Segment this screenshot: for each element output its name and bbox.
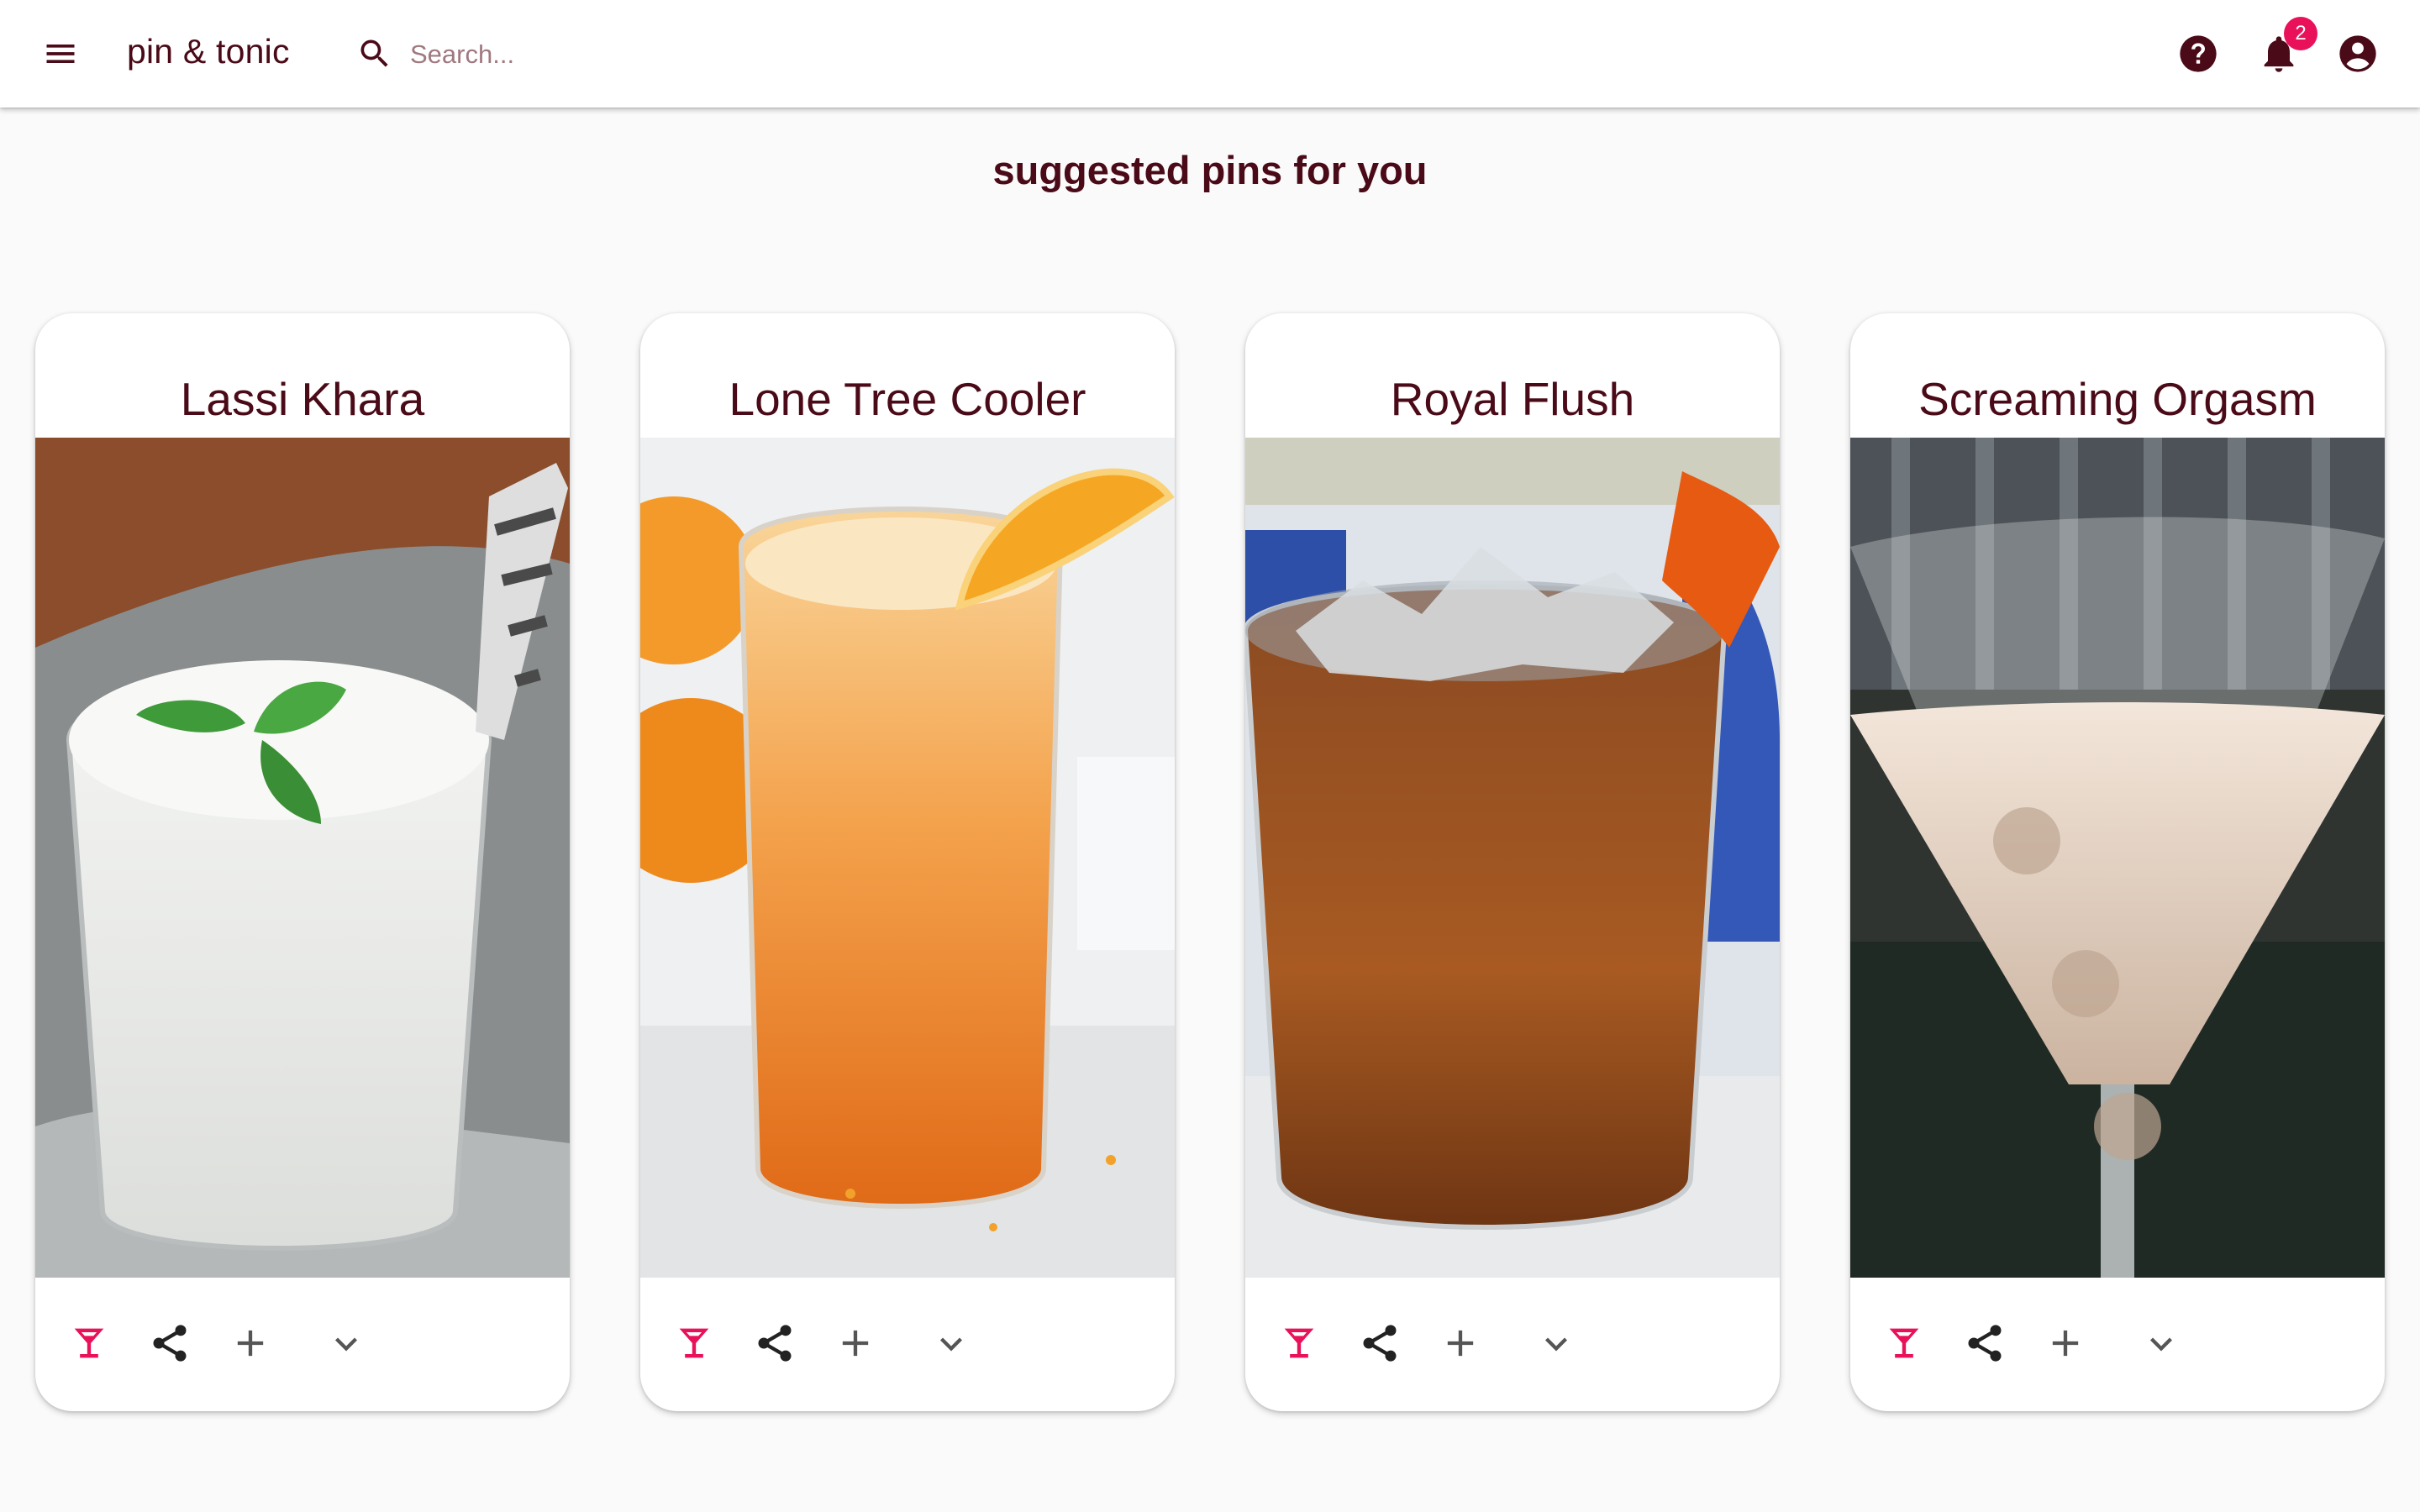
add-icon bbox=[2052, 1330, 2079, 1357]
pin-card[interactable]: Screaming Orgasm bbox=[1850, 313, 2385, 1411]
cocktail-icon bbox=[1284, 1328, 1314, 1358]
pin-card[interactable]: Lassi Khara bbox=[35, 313, 570, 1411]
notification-badge: 2 bbox=[2284, 17, 2317, 50]
menu-button[interactable] bbox=[42, 35, 79, 72]
card-actions bbox=[640, 1278, 1175, 1411]
search-icon bbox=[360, 39, 388, 67]
chevron-down-icon bbox=[2150, 1337, 2172, 1352]
add-button[interactable] bbox=[1439, 1321, 1482, 1365]
pin-button[interactable] bbox=[67, 1321, 111, 1365]
cocktail-icon bbox=[74, 1328, 104, 1358]
menu-icon bbox=[46, 45, 75, 63]
pin-card[interactable]: Lone Tree Cooler bbox=[640, 313, 1175, 1411]
share-button[interactable] bbox=[148, 1321, 192, 1365]
card-actions bbox=[1850, 1278, 2385, 1411]
add-button[interactable] bbox=[834, 1321, 877, 1365]
add-icon bbox=[842, 1330, 869, 1357]
pin-card[interactable]: Royal Flush bbox=[1245, 313, 1780, 1411]
expand-button[interactable] bbox=[324, 1321, 368, 1365]
page-heading: suggested pins for you bbox=[992, 148, 1428, 192]
expand-button[interactable] bbox=[2139, 1321, 2183, 1365]
cocktail-icon bbox=[679, 1328, 709, 1358]
app-bar: pin & tonic 2 bbox=[0, 0, 2420, 108]
app-title[interactable]: pin & tonic bbox=[127, 32, 290, 71]
add-button[interactable] bbox=[2044, 1321, 2087, 1365]
share-icon bbox=[153, 1325, 187, 1362]
drink-image[interactable] bbox=[35, 438, 570, 1278]
card-actions bbox=[35, 1278, 570, 1411]
share-button[interactable] bbox=[1963, 1321, 2007, 1365]
share-icon bbox=[758, 1325, 792, 1362]
card-title: Screaming Orgasm bbox=[1918, 373, 2317, 425]
account-circle-icon bbox=[2339, 35, 2376, 72]
card-title: Lone Tree Cooler bbox=[729, 373, 1086, 425]
help-icon bbox=[2180, 35, 2217, 72]
chevron-down-icon bbox=[1545, 1337, 1567, 1352]
share-button[interactable] bbox=[753, 1321, 797, 1365]
pin-button[interactable] bbox=[672, 1321, 716, 1365]
account-button[interactable] bbox=[2336, 32, 2380, 76]
chevron-down-icon bbox=[940, 1337, 962, 1352]
drink-image[interactable] bbox=[1850, 438, 2385, 1278]
chevron-down-icon bbox=[335, 1337, 357, 1352]
share-icon bbox=[1968, 1325, 2002, 1362]
pin-button[interactable] bbox=[1882, 1321, 1926, 1365]
card-title: Royal Flush bbox=[1390, 373, 1635, 425]
cocktail-icon bbox=[1889, 1328, 1919, 1358]
card-actions bbox=[1245, 1278, 1780, 1411]
expand-button[interactable] bbox=[1534, 1321, 1578, 1365]
card-title: Lassi Khara bbox=[180, 373, 425, 425]
add-icon bbox=[237, 1330, 264, 1357]
share-button[interactable] bbox=[1358, 1321, 1402, 1365]
add-icon bbox=[1447, 1330, 1474, 1357]
pin-button[interactable] bbox=[1277, 1321, 1321, 1365]
expand-button[interactable] bbox=[929, 1321, 973, 1365]
share-icon bbox=[1363, 1325, 1397, 1362]
search-bar[interactable] bbox=[353, 25, 857, 82]
drink-image[interactable] bbox=[640, 438, 1175, 1278]
search-input[interactable] bbox=[408, 35, 849, 74]
add-button[interactable] bbox=[229, 1321, 272, 1365]
help-button[interactable] bbox=[2176, 32, 2220, 76]
drink-image[interactable] bbox=[1245, 438, 1780, 1278]
